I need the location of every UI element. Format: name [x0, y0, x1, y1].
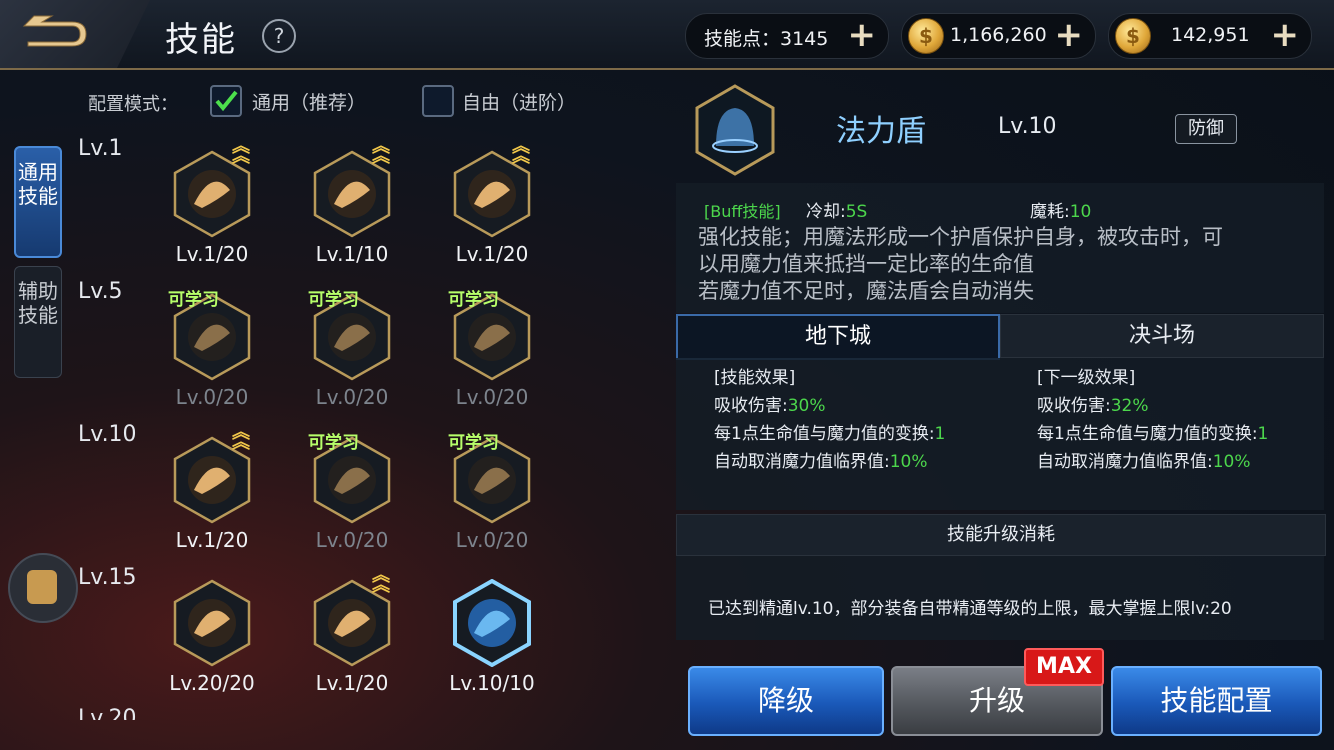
- add-skill-points-button[interactable]: +: [848, 17, 877, 53]
- mana-shield-icon: [695, 84, 775, 176]
- buff-tag: [Buff技能]: [704, 202, 781, 221]
- gold-coin-icon: $: [908, 18, 944, 54]
- description-line: 强化技能；用魔法形成一个护盾保护自身，被攻击时，可: [698, 225, 1223, 249]
- effect-label: 自动取消魔力值临界值:: [714, 452, 890, 472]
- skill-level: Lv.10: [998, 114, 1057, 139]
- skill-level-label: Lv.0/20: [175, 385, 249, 409]
- level-label-10: Lv.10: [78, 422, 137, 447]
- cooldown-value: 5S: [845, 202, 868, 222]
- gold-display: $ 1,166,260 +: [901, 13, 1096, 59]
- config-mode-label: 配置模式：: [88, 94, 178, 115]
- general-mode-checkbox[interactable]: [210, 85, 242, 117]
- effect-value: 32%: [1110, 396, 1149, 416]
- effect-value: 30%: [787, 396, 826, 416]
- effect-row: 自动取消魔力值临界值:10%: [1037, 448, 1268, 476]
- skill-level-label: Lv.1/10: [315, 242, 389, 266]
- mana-shield-skill-icon: [453, 579, 531, 667]
- effect-row: 每1点生命值与魔力值的变换:1: [1037, 420, 1268, 448]
- learnable-tag: 可学习: [308, 290, 359, 310]
- general-mode-label: 通用（推荐）: [252, 92, 367, 114]
- level-label-5: Lv.5: [78, 279, 123, 304]
- description-line: 以用魔力值来抵挡一定比率的生命值: [698, 252, 1034, 276]
- add-gold-button[interactable]: +: [1055, 17, 1084, 53]
- tab-arena[interactable]: 决斗场: [1000, 314, 1324, 358]
- tab-general-skills[interactable]: 通用技能: [14, 146, 62, 258]
- skill-level-label: Lv.0/20: [455, 385, 529, 409]
- upgrade-available-icon: ︽ ︽: [232, 136, 250, 167]
- next-effects-header: [下一级效果]: [1037, 368, 1136, 388]
- level-label-15: Lv.15: [78, 565, 137, 590]
- learnable-tag: 可学习: [308, 433, 359, 453]
- effect-row: 吸收伤害:30%: [714, 392, 945, 420]
- skill-level-label: Lv.1/20: [315, 671, 389, 695]
- effect-label: 吸收伤害:: [714, 396, 788, 416]
- skill-points-display: 技能点：3145 +: [685, 13, 889, 59]
- description-line: 若魔力值不足时，魔法盾会自动消失: [698, 279, 1034, 303]
- skill-config-button[interactable]: 技能配置: [1111, 666, 1322, 736]
- effect-row: 自动取消魔力值临界值:10%: [714, 448, 945, 476]
- mana-cost: 魔耗:10: [1030, 197, 1091, 222]
- robot-face-icon: [27, 570, 57, 604]
- max-badge: MAX: [1024, 648, 1104, 686]
- effect-value: 10%: [889, 452, 928, 472]
- upgrade-cost-text: 已达到精通lv.10，部分装备自带精通等级的上限，最大掌握上限lv:20: [708, 599, 1232, 619]
- skill-level-label: Lv.1/20: [175, 528, 249, 552]
- free-mode-checkbox[interactable]: [422, 85, 454, 117]
- bound-gold-display: $ 142,951 +: [1108, 13, 1312, 59]
- tab-assist-skills[interactable]: 辅助技能: [14, 266, 62, 378]
- mana-cost-value: 10: [1069, 202, 1092, 222]
- skill-description: 强化技能；用魔法形成一个护盾保护自身，被攻击时，可 以用魔力值来抵挡一定比率的生…: [698, 224, 1308, 305]
- cooldown: 冷却:5S: [806, 197, 867, 222]
- skill-level-label: Lv.0/20: [315, 528, 389, 552]
- skill-slot[interactable]: [172, 579, 252, 667]
- skill-level-label: Lv.10/10: [449, 671, 535, 695]
- level-label-20: Lv.20: [78, 706, 137, 720]
- page-title: 技能: [165, 20, 237, 60]
- skill-level-label: Lv.0/20: [455, 528, 529, 552]
- level-label-1: Lv.1: [78, 136, 123, 161]
- current-effects: [技能效果] 吸收伤害:30% 每1点生命值与魔力值的变换:1 自动取消魔力值临…: [714, 364, 945, 476]
- learnable-tag: 可学习: [448, 290, 499, 310]
- moon-skill-icon: [173, 579, 251, 667]
- skill-level-label: Lv.20/20: [169, 671, 255, 695]
- learnable-tag: 可学习: [168, 290, 219, 310]
- skill-level-label: Lv.1/20: [175, 242, 249, 266]
- cooldown-label: 冷却:: [806, 202, 846, 222]
- add-bound-gold-button[interactable]: +: [1271, 17, 1300, 53]
- skill-slot[interactable]: [452, 579, 532, 667]
- checkmark-icon: [215, 90, 238, 112]
- gold-value: 1,166,260: [950, 24, 1047, 46]
- effect-value: 10%: [1212, 452, 1251, 472]
- effect-row: 每1点生命值与魔力值的变换:1: [714, 420, 945, 448]
- upgrade-available-icon: ︽ ︽: [372, 136, 390, 167]
- learnable-tag: 可学习: [448, 433, 499, 453]
- effect-label: 每1点生命值与魔力值的变换:: [1037, 424, 1258, 444]
- skill-points-value: 技能点：3145: [704, 28, 829, 50]
- effect-value: 1: [934, 424, 946, 444]
- assistant-avatar-button[interactable]: [8, 553, 78, 623]
- skill-level-label: Lv.1/20: [455, 242, 529, 266]
- back-arrow-icon: [22, 15, 87, 47]
- effect-label: 吸收伤害:: [1037, 396, 1111, 416]
- downgrade-button[interactable]: 降级: [688, 666, 884, 736]
- effect-label: 每1点生命值与魔力值的变换:: [714, 424, 935, 444]
- skill-name: 法力盾: [836, 114, 926, 149]
- upgrade-available-icon: ︽ ︽: [512, 136, 530, 167]
- upgrade-available-icon: ︽ ︽: [232, 422, 250, 453]
- upgrade-cost-header: 技能升级消耗: [676, 514, 1326, 556]
- upgrade-available-icon: ︽ ︽: [372, 565, 390, 596]
- tab-dungeon[interactable]: 地下城: [676, 314, 1000, 360]
- effect-row: 吸收伤害:32%: [1037, 392, 1268, 420]
- free-mode-label: 自由（进阶）: [462, 92, 577, 114]
- help-button[interactable]: ?: [262, 19, 296, 53]
- effect-label: 自动取消魔力值临界值:: [1037, 452, 1213, 472]
- effect-value: 1: [1257, 424, 1269, 444]
- skill-type-badge: 防御: [1175, 114, 1237, 144]
- mana-cost-label: 魔耗:: [1030, 202, 1070, 222]
- skill-level-label: Lv.0/20: [315, 385, 389, 409]
- bound-gold-value: 142,951: [1171, 24, 1250, 46]
- bound-gold-coin-icon: $: [1115, 18, 1151, 54]
- current-effects-header: [技能效果]: [714, 368, 796, 388]
- next-effects: [下一级效果] 吸收伤害:32% 每1点生命值与魔力值的变换:1 自动取消魔力值…: [1037, 364, 1268, 476]
